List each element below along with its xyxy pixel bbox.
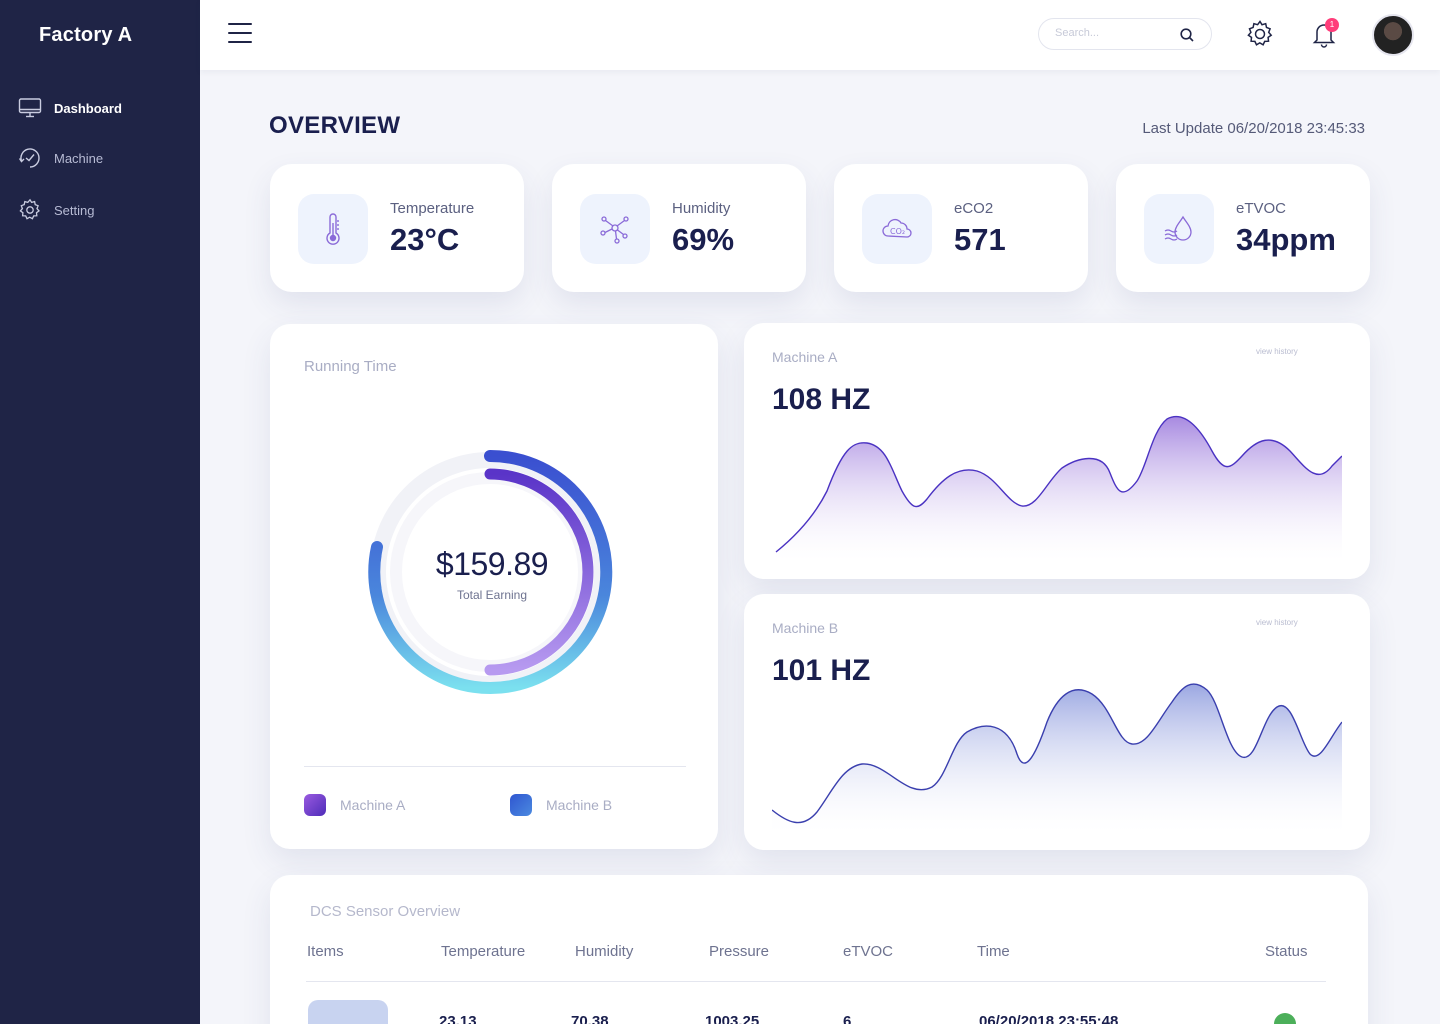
column-header[interactable]: Temperature: [441, 943, 525, 960]
sensor-table-card: DCS Sensor Overview Items Temperature Hu…: [270, 875, 1368, 1024]
header-divider: [306, 981, 1326, 982]
machine-title: Machine B: [772, 620, 839, 636]
view-history-link[interactable]: view history: [1256, 347, 1298, 356]
cell-pressure: 1003.25: [705, 1013, 760, 1024]
legend-label: Machine B: [546, 797, 613, 813]
status-indicator: [1274, 1013, 1296, 1024]
stat-card-eco2: CO₂ eCO2 571: [834, 164, 1088, 292]
cell-temperature: 23.13: [439, 1013, 477, 1024]
divider: [304, 766, 686, 767]
sidebar-item-machine[interactable]: Machine: [18, 146, 103, 170]
gear-icon: [19, 198, 40, 220]
column-header[interactable]: Time: [977, 943, 1010, 960]
column-header[interactable]: eTVOC: [843, 943, 893, 960]
item-thumbnail[interactable]: [308, 1000, 388, 1024]
page-title: OVERVIEW: [269, 112, 401, 139]
thermometer-icon: [326, 213, 340, 245]
brand-title: Factory A: [39, 24, 133, 46]
avatar[interactable]: [1372, 14, 1414, 56]
sidebar-item-label: Setting: [54, 202, 95, 218]
total-earning-value: $159.89: [435, 546, 549, 582]
search-input[interactable]: [1055, 27, 1175, 39]
stat-card-temperature: Temperature 23°C: [270, 164, 524, 292]
legend-machine-a: Machine A: [304, 794, 405, 816]
stat-card-humidity: Humidity 69%: [552, 164, 806, 292]
topbar: 1: [200, 0, 1440, 70]
total-earning-label: Total Earning: [456, 588, 528, 602]
column-header[interactable]: Status: [1265, 943, 1308, 960]
settings-gear-icon[interactable]: [1244, 18, 1276, 50]
sidebar: Factory A Dashboard Machine Setting: [0, 0, 200, 1024]
card-title: Running Time: [304, 358, 397, 375]
stat-label: eCO2: [954, 200, 994, 217]
monitor-icon: [18, 98, 42, 118]
co2-cloud-icon: CO₂: [882, 218, 912, 238]
sidebar-item-label: Dashboard: [54, 100, 122, 116]
machine-a-card: Machine A view history 108 HZ: [744, 323, 1370, 579]
notification-badge: 1: [1325, 18, 1339, 32]
stat-label: Humidity: [672, 200, 731, 217]
cell-humidity: 70.38: [571, 1013, 609, 1024]
svg-text:CO₂: CO₂: [890, 227, 905, 236]
stat-value: 571: [954, 222, 1006, 257]
water-drop-icon: [1164, 215, 1192, 241]
stat-value: 23°C: [390, 222, 460, 257]
search-box: [1038, 18, 1212, 50]
sidebar-item-setting[interactable]: Setting: [18, 198, 94, 222]
machine-b-card: Machine B view history 101 HZ: [744, 594, 1370, 850]
stat-label: eTVOC: [1236, 200, 1287, 217]
machine-a-wave-chart: [775, 415, 1342, 561]
view-history-link[interactable]: view history: [1256, 618, 1298, 627]
sidebar-item-label: Machine: [54, 150, 104, 166]
table-title: DCS Sensor Overview: [310, 903, 461, 920]
machine-b-wave-chart: [772, 683, 1342, 832]
last-update: Last Update 06/20/2018 23:45:33: [1142, 120, 1365, 137]
column-header[interactable]: Items: [307, 943, 344, 960]
gauge-icon: [18, 148, 40, 168]
column-header[interactable]: Humidity: [575, 943, 633, 960]
menu-icon[interactable]: [228, 23, 252, 47]
cell-time: 06/20/2018 23:55:48: [979, 1013, 1119, 1024]
sidebar-item-dashboard[interactable]: Dashboard: [18, 96, 122, 120]
running-time-card: Running Time $159.89 Total Earning Machi…: [270, 324, 718, 849]
legend-swatch: [304, 794, 326, 816]
legend-label: Machine A: [340, 797, 406, 813]
molecule-icon: [600, 216, 629, 244]
earnings-donut: $159.89 Total Earning: [362, 444, 622, 704]
stat-label: Temperature: [390, 200, 475, 217]
legend-machine-b: Machine B: [510, 794, 612, 816]
stat-value: 34ppm: [1236, 222, 1336, 257]
column-header[interactable]: Pressure: [709, 943, 769, 960]
machine-title: Machine A: [772, 349, 838, 365]
legend-swatch: [510, 794, 532, 816]
stat-card-etvoc: eTVOC 34ppm: [1116, 164, 1370, 292]
stat-value: 69%: [672, 222, 735, 257]
cell-etvoc: 6: [843, 1013, 852, 1024]
search-icon[interactable]: [1179, 27, 1195, 43]
